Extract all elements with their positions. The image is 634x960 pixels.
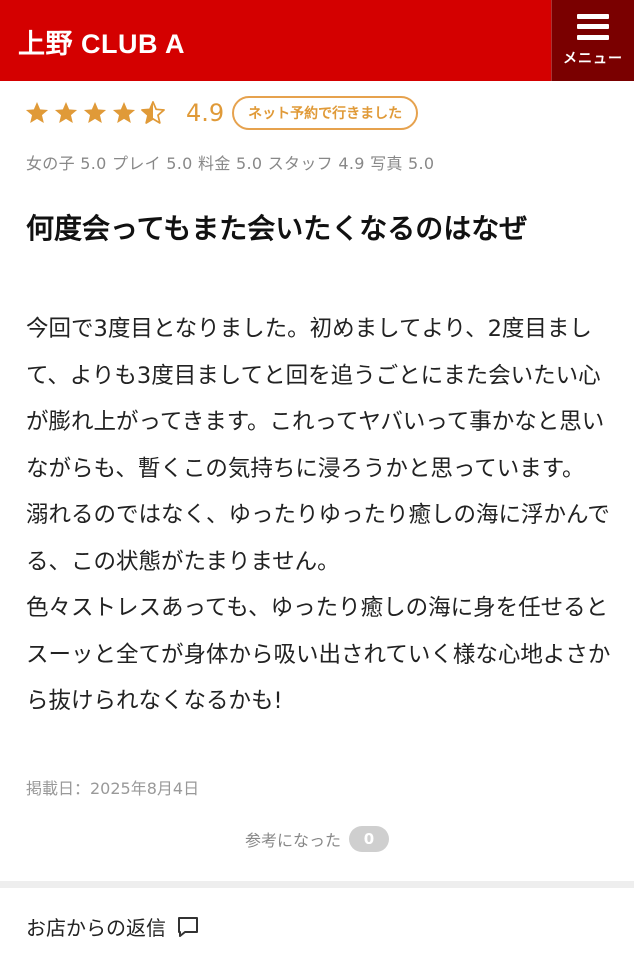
helpful-count-button[interactable]: 0 (349, 826, 389, 852)
sub-scores: 女の子 5.0 プレイ 5.0 料金 5.0 スタッフ 4.9 写真 5.0 (26, 154, 435, 173)
review-title: 何度会ってもまた会いたくなるのはなぜ (26, 212, 528, 245)
helpful-section: 参考になった 0 (0, 826, 634, 852)
section-divider (0, 881, 634, 888)
site-brand[interactable]: 上野 CLUB A (18, 22, 185, 61)
post-date: 掲載日：2025年8月4日 (26, 779, 200, 798)
reservation-badge: ネット予約で行きました (232, 96, 419, 130)
star-rating (24, 100, 166, 126)
comment-icon (178, 916, 198, 937)
rating-row: 4.9 ネット予約で行きました (24, 96, 419, 130)
header-bar: 上野 CLUB A メニュー (0, 0, 634, 81)
hamburger-icon (577, 13, 609, 40)
shop-reply-toggle[interactable]: お店からの返信 (26, 912, 200, 941)
star-full-icon (24, 100, 50, 126)
star-half-icon (140, 100, 166, 126)
menu-button[interactable]: メニュー (551, 0, 634, 81)
rating-value: 4.9 (186, 99, 225, 127)
star-full-icon (53, 100, 79, 126)
star-full-icon (82, 100, 108, 126)
star-full-icon (111, 100, 137, 126)
menu-label: メニュー (563, 50, 623, 67)
shop-reply-label: お店からの返信 (26, 916, 166, 940)
helpful-label: 参考になった (244, 831, 341, 850)
review-body: 今回で3度目となりました。初めましてより、2度目まして、よりも3度目ましてと回を… (26, 316, 611, 714)
